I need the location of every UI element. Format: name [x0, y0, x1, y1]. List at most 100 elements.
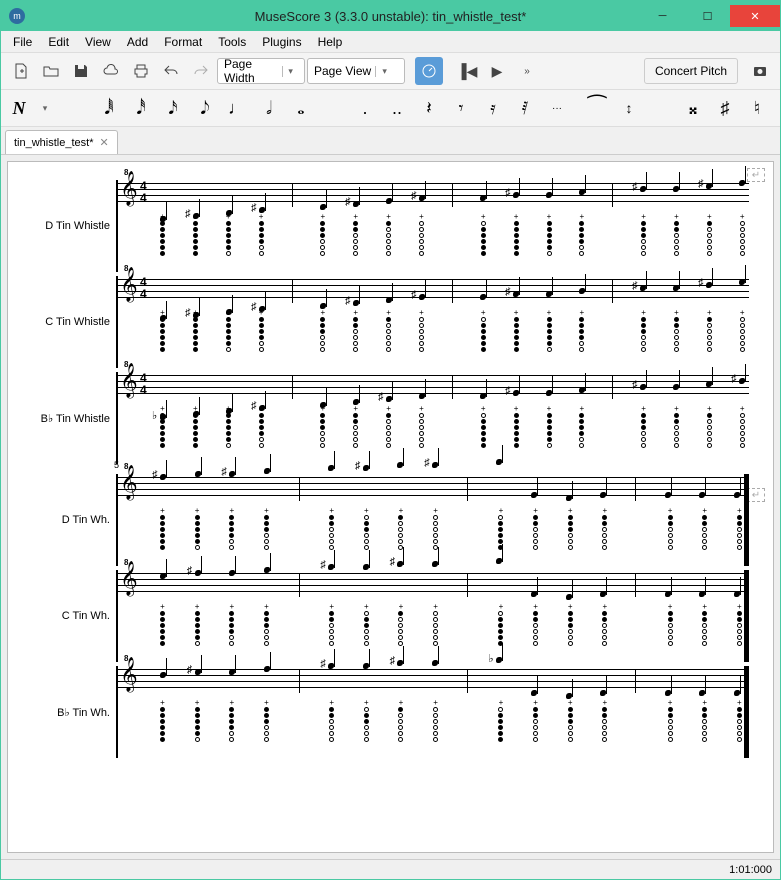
- menu-edit[interactable]: Edit: [40, 33, 77, 51]
- image-capture-button[interactable]: [746, 57, 774, 85]
- note[interactable]: [579, 288, 585, 294]
- note[interactable]: [480, 294, 486, 300]
- menu-tools[interactable]: Tools: [210, 33, 254, 51]
- score-canvas[interactable]: ↵ ↵ D Tin Whistle8𝄞44♯♯♯♯♯♯♯++++++++++++…: [1, 155, 780, 859]
- note[interactable]: [739, 180, 745, 186]
- note[interactable]: [734, 492, 740, 498]
- note[interactable]: [579, 189, 585, 195]
- close-tab-icon[interactable]: ✕: [100, 136, 109, 149]
- note-input-mode-chevron[interactable]: ▾: [33, 94, 57, 122]
- open-button[interactable]: [37, 57, 65, 85]
- note[interactable]: [673, 285, 679, 291]
- note[interactable]: [480, 195, 486, 201]
- note[interactable]: ♯: [328, 663, 334, 669]
- print-button[interactable]: [127, 57, 155, 85]
- note[interactable]: ♯: [739, 378, 745, 384]
- note[interactable]: ♯: [640, 384, 646, 390]
- note[interactable]: [419, 393, 425, 399]
- note[interactable]: ♯: [229, 471, 235, 477]
- note[interactable]: ♯: [513, 192, 519, 198]
- duration-6[interactable]: 𝅝: [289, 94, 313, 122]
- note[interactable]: [579, 387, 585, 393]
- note[interactable]: [546, 192, 552, 198]
- note[interactable]: [665, 492, 671, 498]
- note[interactable]: [480, 393, 486, 399]
- note[interactable]: [566, 495, 572, 501]
- staff[interactable]: 8𝄞44♯♯♯♯♯♯♯++++++++++++++++: [116, 276, 749, 368]
- undo-button[interactable]: [157, 57, 185, 85]
- zoom-combo[interactable]: Page Width▾: [217, 58, 305, 84]
- note[interactable]: [699, 690, 705, 696]
- note[interactable]: [229, 570, 235, 576]
- tie-button[interactable]: ⁀: [585, 94, 609, 122]
- new-score-button[interactable]: [7, 57, 35, 85]
- accidental-0[interactable]: 𝄪: [681, 94, 705, 122]
- note[interactable]: ♯: [706, 183, 712, 189]
- note[interactable]: [496, 459, 502, 465]
- note[interactable]: ♯: [363, 465, 369, 471]
- note[interactable]: [432, 660, 438, 666]
- note[interactable]: [699, 492, 705, 498]
- note[interactable]: ♯: [640, 186, 646, 192]
- accidental-3[interactable]: ♭: [777, 94, 781, 122]
- note[interactable]: ♯: [353, 300, 359, 306]
- staff[interactable]: 8𝄞44♭♯♯♯♯♯++++++++++++++++: [116, 372, 749, 464]
- note[interactable]: [706, 381, 712, 387]
- staff[interactable]: 8𝄞♯♯♯♭+++++++++++++++: [116, 666, 749, 758]
- note[interactable]: ♯: [513, 291, 519, 297]
- note[interactable]: [699, 591, 705, 597]
- note[interactable]: [600, 492, 606, 498]
- note[interactable]: ♯: [706, 282, 712, 288]
- note[interactable]: ♯: [386, 396, 392, 402]
- note[interactable]: ♯: [195, 570, 201, 576]
- staff[interactable]: 8𝄞5♯♯♯♯+++++++++++++++: [116, 474, 749, 566]
- save-button[interactable]: [67, 57, 95, 85]
- note[interactable]: [734, 690, 740, 696]
- menu-add[interactable]: Add: [119, 33, 156, 51]
- note[interactable]: [264, 468, 270, 474]
- note[interactable]: [397, 462, 403, 468]
- note[interactable]: ♯: [397, 561, 403, 567]
- maximize-button[interactable]: ☐: [685, 5, 730, 27]
- play-button[interactable]: ▶: [483, 57, 511, 85]
- note[interactable]: [264, 567, 270, 573]
- note[interactable]: [363, 663, 369, 669]
- note[interactable]: [195, 471, 201, 477]
- duration-3[interactable]: 𝅘𝅥𝅮: [193, 94, 217, 122]
- menu-help[interactable]: Help: [310, 33, 351, 51]
- note[interactable]: [363, 564, 369, 570]
- note[interactable]: [496, 558, 502, 564]
- menu-plugins[interactable]: Plugins: [254, 33, 309, 51]
- time-signature[interactable]: 44: [140, 180, 147, 204]
- note[interactable]: ♭: [496, 657, 502, 663]
- time-signature[interactable]: 44: [140, 276, 147, 300]
- note[interactable]: [264, 666, 270, 672]
- staff[interactable]: 8𝄞♯♯♯+++++++++++++++: [116, 570, 749, 662]
- note[interactable]: ♯: [513, 390, 519, 396]
- double-dot[interactable]: ..: [385, 94, 409, 122]
- rest-3[interactable]: 𝅀: [513, 94, 537, 122]
- note[interactable]: [546, 390, 552, 396]
- flip-direction-button[interactable]: ↕: [617, 94, 641, 122]
- redo-button[interactable]: [187, 57, 215, 85]
- note[interactable]: [673, 384, 679, 390]
- accidental-1[interactable]: ♯: [713, 94, 737, 122]
- minimize-button[interactable]: ─: [640, 5, 685, 27]
- note[interactable]: [432, 561, 438, 567]
- concert-pitch-button[interactable]: Concert Pitch: [644, 58, 738, 84]
- note[interactable]: ♯: [397, 660, 403, 666]
- note[interactable]: ♯: [419, 294, 425, 300]
- note[interactable]: [673, 186, 679, 192]
- menu-view[interactable]: View: [77, 33, 119, 51]
- note[interactable]: [600, 591, 606, 597]
- note[interactable]: [600, 690, 606, 696]
- rewind-button[interactable]: ▐◀: [453, 57, 481, 85]
- note[interactable]: [328, 465, 334, 471]
- note[interactable]: [734, 591, 740, 597]
- note[interactable]: [566, 594, 572, 600]
- close-button[interactable]: ✕: [730, 5, 780, 27]
- note[interactable]: ♯: [160, 474, 166, 480]
- duration-1[interactable]: 𝅘𝅥𝅰: [129, 94, 153, 122]
- note[interactable]: [665, 690, 671, 696]
- menu-format[interactable]: Format: [156, 33, 210, 51]
